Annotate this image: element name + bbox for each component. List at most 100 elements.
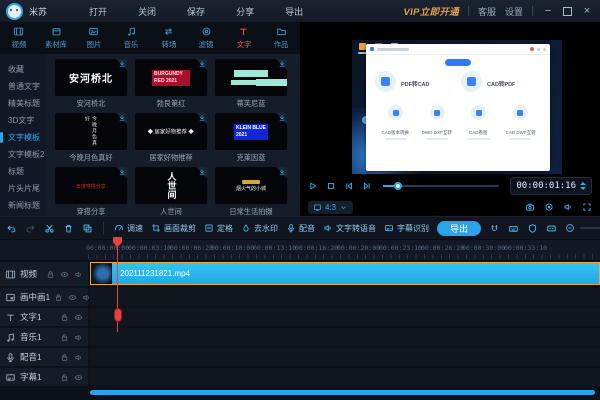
- sidebar-item-plain-text[interactable]: 普通文字: [0, 78, 46, 95]
- sidebar-item-text-template[interactable]: 文字模板: [0, 129, 46, 146]
- redo-button[interactable]: [25, 223, 36, 234]
- next-frame-button[interactable]: [362, 181, 372, 191]
- tab-works[interactable]: 作品: [263, 22, 301, 54]
- snap-magnet-button[interactable]: [489, 223, 500, 234]
- sidebar-item-text-template2[interactable]: 文字模板2: [0, 146, 46, 163]
- settings-button[interactable]: 设置: [505, 5, 523, 18]
- lock-icon[interactable]: [60, 313, 69, 322]
- aspect-ratio-selector[interactable]: 4:3: [308, 201, 353, 214]
- zoom-out-button[interactable]: [565, 223, 575, 233]
- download-icon[interactable]: [118, 114, 126, 122]
- playhead-pin[interactable]: [114, 308, 122, 322]
- template-card[interactable]: 安河桥北 安河桥北: [55, 59, 127, 109]
- tab-transition[interactable]: 转场: [150, 22, 188, 54]
- lock-icon[interactable]: [54, 293, 63, 302]
- eye-icon[interactable]: [60, 270, 69, 279]
- track-lane-text[interactable]: [90, 308, 600, 326]
- volume-button[interactable]: [563, 202, 573, 212]
- seek-handle[interactable]: [394, 182, 402, 190]
- template-card[interactable]: 人世间 人世间: [135, 167, 207, 216]
- timecode-stepper[interactable]: [580, 182, 586, 190]
- download-icon[interactable]: [278, 168, 286, 176]
- tab-video[interactable]: 视频: [0, 22, 38, 54]
- tab-text[interactable]: 文字: [225, 22, 263, 54]
- template-card[interactable]: · 年度穿搭分享 · 穿搭分享: [55, 167, 127, 216]
- fullscreen-button[interactable]: [582, 202, 592, 212]
- shield-button[interactable]: [527, 223, 538, 234]
- export-button[interactable]: 导出: [437, 221, 481, 236]
- captions-button[interactable]: [546, 223, 557, 234]
- speaker-icon[interactable]: [74, 353, 83, 362]
- track-lane-music[interactable]: [90, 328, 600, 346]
- seek-bar[interactable]: [383, 185, 499, 187]
- cut-button[interactable]: [44, 223, 55, 234]
- vip-upgrade-button[interactable]: VIP立即开通: [404, 4, 459, 18]
- sidebar-item-intro-outro[interactable]: 片头片尾: [0, 180, 46, 197]
- sidebar-item-title[interactable]: 标题: [0, 163, 46, 180]
- tool-subtitle-recognition[interactable]: 字幕识别: [384, 223, 429, 234]
- tab-library[interactable]: 素材库: [38, 22, 76, 54]
- video-clip[interactable]: 202111231821.mp4: [90, 262, 600, 285]
- menu-open[interactable]: 打开: [89, 5, 107, 18]
- speaker-icon[interactable]: [74, 333, 83, 342]
- template-card[interactable]: 烟火气的小城 日常生活拍摄: [215, 167, 287, 216]
- close-button[interactable]: ×: [581, 5, 593, 17]
- eye-icon[interactable]: [74, 373, 83, 382]
- download-icon[interactable]: [118, 168, 126, 176]
- lock-icon[interactable]: [60, 353, 69, 362]
- template-card[interactable]: ◆ 居家好物推荐 ◆ 居家好物推荐: [135, 113, 207, 163]
- lock-icon[interactable]: [60, 373, 69, 382]
- zoom-slider[interactable]: [580, 227, 600, 229]
- tab-music[interactable]: 音乐: [113, 22, 151, 54]
- download-icon[interactable]: [278, 60, 286, 68]
- timeline-ruler[interactable]: 00:00:00:00 00:00:03:10 00:00:06:20 00:0…: [0, 240, 600, 261]
- duplicate-button[interactable]: [82, 223, 93, 234]
- track-lane-voiceover[interactable]: [90, 348, 600, 366]
- track-lane-subtitle[interactable]: [90, 368, 600, 386]
- support-button[interactable]: 客服: [478, 5, 496, 18]
- download-icon[interactable]: [118, 60, 126, 68]
- track-lane-pip[interactable]: [90, 288, 600, 306]
- maximize-button[interactable]: [563, 7, 572, 16]
- menu-save[interactable]: 保存: [187, 5, 205, 18]
- template-card[interactable]: BURGUNDY RED 2021 勃艮第红: [135, 59, 207, 109]
- sidebar-item-news-title[interactable]: 新闻标题: [0, 197, 46, 214]
- stop-button[interactable]: [326, 181, 336, 191]
- template-card[interactable]: KLEIN BLUE 2021 克莱因蓝: [215, 113, 287, 163]
- minimize-button[interactable]: −: [542, 5, 554, 17]
- download-icon[interactable]: [198, 60, 206, 68]
- lock-icon[interactable]: [60, 333, 69, 342]
- eye-icon[interactable]: [74, 313, 83, 322]
- play-button[interactable]: [308, 181, 318, 191]
- download-icon[interactable]: [198, 168, 206, 176]
- snapshot-button[interactable]: [525, 202, 535, 212]
- template-card[interactable]: 今晚月色真好 今晚月色真好: [55, 113, 127, 163]
- sidebar-item-3d-text[interactable]: 3D文字: [0, 112, 46, 129]
- track-lane-video[interactable]: 202111231821.mp4: [90, 262, 600, 286]
- tab-filter[interactable]: 滤镜: [188, 22, 226, 54]
- preview-video[interactable]: PDF转CAD CAD转PDF CAD版本转换 DWG DXF互转 CAD看图 …: [352, 40, 562, 174]
- download-icon[interactable]: [278, 114, 286, 122]
- menu-export[interactable]: 导出: [285, 5, 303, 18]
- tool-speed[interactable]: 调速: [114, 223, 143, 234]
- undo-button[interactable]: [6, 223, 17, 234]
- shortcut-keys-button[interactable]: [508, 223, 519, 234]
- speaker-icon[interactable]: [74, 270, 83, 279]
- prev-frame-button[interactable]: [344, 181, 354, 191]
- template-card[interactable]: 蒂芙尼蓝: [215, 59, 287, 109]
- tool-remove-watermark[interactable]: 去水印: [241, 223, 278, 234]
- eye-icon[interactable]: [68, 293, 77, 302]
- lock-icon[interactable]: [46, 270, 55, 279]
- delete-button[interactable]: [63, 223, 74, 234]
- sidebar-item-fancy-title[interactable]: 精美标题: [0, 95, 46, 112]
- tab-image[interactable]: 图片: [75, 22, 113, 54]
- sidebar-item-favorites[interactable]: 收藏: [0, 61, 46, 78]
- menu-share[interactable]: 分享: [236, 5, 254, 18]
- tool-text-to-speech[interactable]: 文字转语音: [323, 223, 376, 234]
- tool-voiceover[interactable]: 配音: [286, 223, 315, 234]
- tool-freeze[interactable]: 定格: [204, 223, 233, 234]
- download-icon[interactable]: [198, 114, 206, 122]
- menu-close[interactable]: 关闭: [138, 5, 156, 18]
- record-button[interactable]: [544, 202, 554, 212]
- timeline-horizontal-scrollbar[interactable]: [90, 390, 595, 395]
